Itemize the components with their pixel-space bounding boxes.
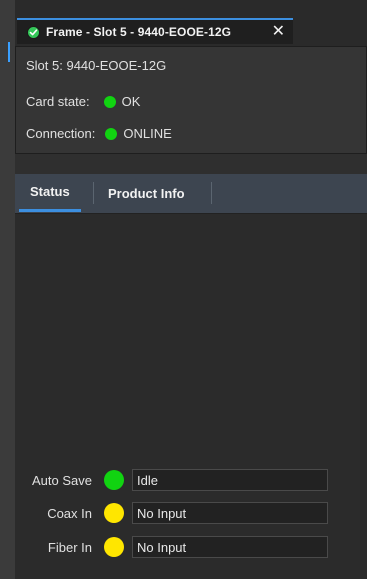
tab-status[interactable]: Status [19, 174, 81, 212]
view-tab-bar: Status Product Info [15, 174, 367, 214]
card-state-value: OK [121, 94, 141, 109]
connection-value: ONLINE [123, 126, 172, 141]
fiber-in-value: No Input [137, 539, 187, 555]
document-tab[interactable]: Frame - Slot 5 - 9440-EOOE-12G ✕ [17, 18, 293, 44]
document-tab-bar: Frame - Slot 5 - 9440-EOOE-12G ✕ [15, 0, 367, 46]
document-tab-title: Frame - Slot 5 - 9440-EOOE-12G [46, 25, 232, 39]
card-state-label: Card state: [26, 94, 90, 109]
auto-save-value: Idle [137, 472, 158, 488]
card-state-row: Card state: OK [26, 94, 140, 109]
tab-divider [211, 182, 212, 204]
fiber-in-label: Fiber In [47, 539, 92, 555]
slot-label: Slot 5: 9440-EOOE-12G [26, 58, 167, 73]
check-circle-icon [27, 25, 40, 39]
auto-save-label: Auto Save [32, 472, 92, 488]
slot-line: Slot 5: 9440-EOOE-12G [26, 58, 166, 73]
dock-accent-marker [8, 42, 10, 62]
auto-save-led-icon [104, 470, 124, 490]
fiber-in-field: No Input [132, 536, 328, 558]
connection-row: Connection: ONLINE [26, 126, 172, 141]
left-dock-strip [0, 0, 15, 579]
card-state-led-icon [103, 95, 116, 108]
coax-in-led-icon [104, 503, 124, 523]
fiber-in-led-icon [104, 537, 124, 557]
coax-in-label: Coax In [47, 505, 92, 521]
auto-save-field: Idle [132, 469, 328, 491]
app-window: Frame - Slot 5 - 9440-EOOE-12G ✕ Slot 5:… [0, 0, 367, 579]
status-row-fiber-in: Fiber In No Input [15, 535, 360, 559]
coax-in-value: No Input [137, 505, 187, 521]
tab-product-info[interactable]: Product Info [94, 174, 199, 212]
coax-in-field: No Input [132, 502, 328, 524]
tab-product-info-label: Product Info [108, 185, 185, 201]
card-info-panel: Slot 5: 9440-EOOE-12G Card state: OK Con… [15, 46, 367, 154]
close-icon[interactable]: ✕ [272, 24, 285, 40]
status-row-auto-save: Auto Save Idle [15, 468, 360, 492]
connection-led-icon [105, 127, 118, 140]
tab-status-label: Status [30, 184, 70, 199]
connection-label: Connection: [26, 126, 96, 141]
status-row-coax-in: Coax In No Input [15, 501, 360, 525]
